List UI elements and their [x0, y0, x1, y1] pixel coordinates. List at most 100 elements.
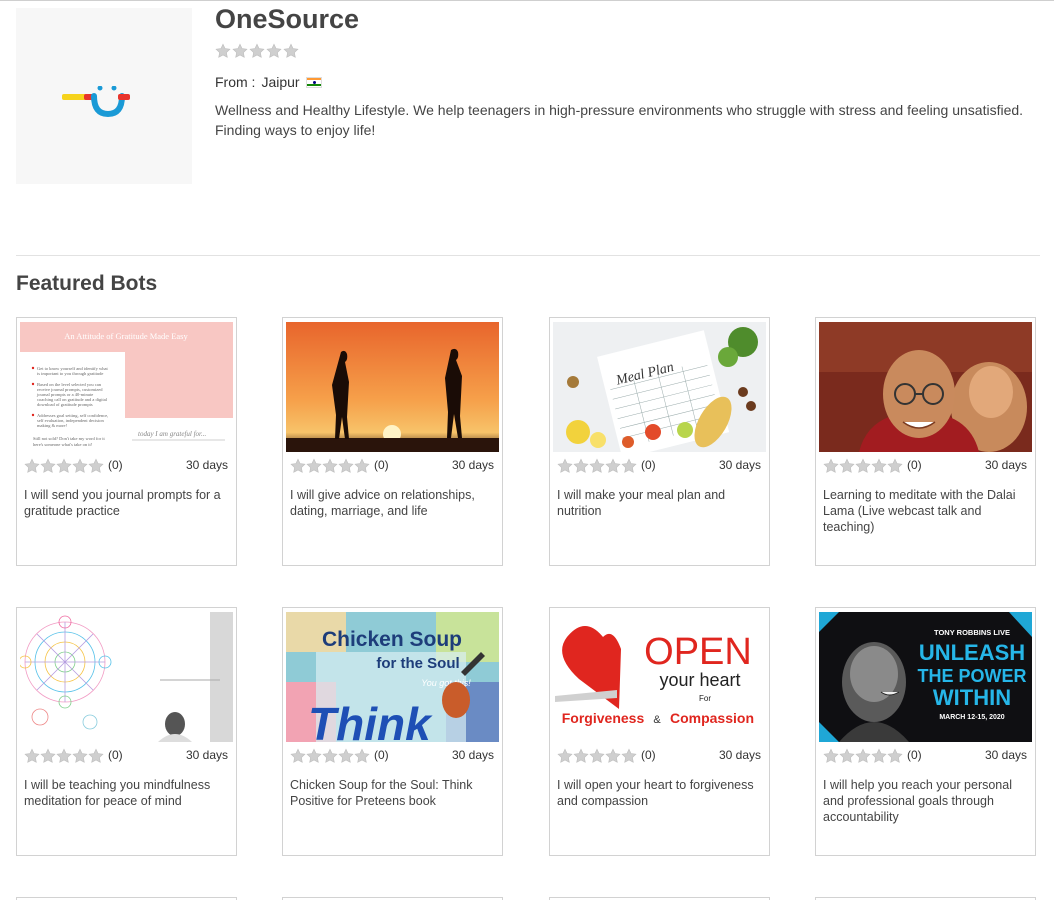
star-icon: [56, 748, 72, 763]
card-thumbnail[interactable]: Meal Plan: [553, 322, 766, 452]
star-icon: [823, 748, 839, 763]
star-icon: [573, 458, 589, 473]
star-icon: [215, 43, 231, 58]
star-icon: [557, 748, 573, 763]
star-icon: [24, 458, 40, 473]
card-thumbnail[interactable]: An Attitude of Gratitude Made Easy Get t…: [20, 322, 233, 452]
card-rating: [24, 458, 104, 474]
star-icon: [290, 748, 306, 763]
card-title[interactable]: I will help you reach your personal and …: [823, 777, 1031, 825]
star-icon: [354, 748, 370, 763]
card-thumbnail[interactable]: OPEN your heart For Forgiveness & Compas…: [553, 612, 766, 742]
star-icon: [621, 458, 637, 473]
bot-card[interactable]: Chicken Soup for the Soul You got this! …: [282, 607, 503, 856]
star-icon: [557, 458, 573, 473]
card-thumbnail[interactable]: TONY ROBBINS LIVE UNLEASH THE POWER WITH…: [819, 612, 1032, 742]
duration: 30 days: [984, 748, 1027, 762]
card-rating: [557, 748, 637, 764]
thumb-event-date: MARCH 12-15, 2020: [939, 714, 1004, 721]
thumb-compassion: Compassion: [670, 710, 754, 726]
card-title[interactable]: I will make your meal plan and nutrition: [557, 487, 765, 519]
duration: 30 days: [185, 458, 228, 472]
duration: 30 days: [718, 458, 761, 472]
thumb-ampersand: &: [653, 714, 661, 726]
star-icon: [887, 458, 903, 473]
card-rating: [823, 748, 903, 764]
star-icon: [605, 458, 621, 473]
profile-name: OneSource: [215, 4, 360, 34]
star-icon: [72, 748, 88, 763]
card-title[interactable]: Learning to meditate with the Dalai Lama…: [823, 487, 1031, 535]
card-title[interactable]: I will give advice on relationships, dat…: [290, 487, 498, 519]
rating-count: (0): [641, 458, 656, 472]
card-thumbnail[interactable]: [286, 322, 499, 452]
svg-text:Still not sold? Don't take my: Still not sold? Don't take my word for i…: [33, 436, 106, 441]
bot-card[interactable]: TONY ROBBINS LIVE UNLEASH THE POWER WITH…: [815, 607, 1036, 856]
bot-card[interactable]: (0) 30 days I will give advice on relati…: [282, 317, 503, 566]
star-icon: [605, 748, 621, 763]
bot-card[interactable]: (0) 30 days Learning to meditate with th…: [815, 317, 1036, 566]
star-icon: [338, 458, 354, 473]
star-icon: [871, 748, 887, 763]
thumb-headline-3: WITHIN: [933, 685, 1011, 710]
profile-logo: [16, 8, 192, 184]
card-thumbnail[interactable]: [20, 612, 233, 742]
bot-card[interactable]: (0) 30 days I will be teaching you mindf…: [16, 607, 237, 856]
star-icon: [573, 748, 589, 763]
profile-location: From : Jaipur: [215, 74, 322, 90]
star-icon: [855, 748, 871, 763]
thumb-headline-2: THE POWER: [917, 666, 1026, 686]
star-icon: [887, 748, 903, 763]
card-rating: [24, 748, 104, 764]
section-title: Featured Bots: [16, 272, 158, 295]
star-icon: [354, 458, 370, 473]
star-icon: [338, 748, 354, 763]
rating-count: (0): [641, 748, 656, 762]
card-title[interactable]: I will be teaching you mindfulness medit…: [24, 777, 232, 809]
thumb-title-line2: for the Soul: [376, 655, 459, 672]
india-flag-icon: [305, 76, 322, 88]
star-icon: [871, 458, 887, 473]
star-icon: [40, 748, 56, 763]
star-icon: [589, 458, 605, 473]
star-icon: [232, 43, 248, 58]
profile-rating: [215, 43, 299, 59]
svg-text:is important to you through gr: is important to you through gratitude: [37, 371, 103, 376]
smiley-logo-icon: [62, 86, 130, 118]
star-icon: [266, 43, 282, 58]
star-icon: [839, 458, 855, 473]
star-icon: [290, 458, 306, 473]
star-icon: [823, 458, 839, 473]
star-icon: [306, 458, 322, 473]
star-icon: [249, 43, 265, 58]
card-thumbnail[interactable]: [819, 322, 1032, 452]
city-name: Jaipur: [261, 74, 300, 90]
star-icon: [589, 748, 605, 763]
star-icon: [322, 748, 338, 763]
bot-card[interactable]: Meal Plan (0) 30 days I will make your m…: [549, 317, 770, 566]
card-thumbnail[interactable]: Chicken Soup for the Soul You got this! …: [286, 612, 499, 742]
card-title[interactable]: I will send you journal prompts for a gr…: [24, 487, 232, 519]
star-icon: [306, 748, 322, 763]
star-icon: [40, 458, 56, 473]
card-title[interactable]: Chicken Soup for the Soul: Think Positiv…: [290, 777, 498, 809]
star-icon: [88, 458, 104, 473]
thumb-your-heart: your heart: [659, 670, 740, 690]
rating-count: (0): [907, 458, 922, 472]
thumb-forgiveness: Forgiveness: [562, 710, 645, 726]
rating-count: (0): [374, 458, 389, 472]
top-border: [0, 0, 1054, 1]
svg-text:today I am grateful for...: today I am grateful for...: [138, 430, 206, 438]
thumb-title-line1: Chicken Soup: [322, 628, 462, 651]
thumb-for: For: [699, 694, 711, 703]
bot-card[interactable]: OPEN your heart For Forgiveness & Compas…: [549, 607, 770, 856]
star-icon: [88, 748, 104, 763]
card-title[interactable]: I will open your heart to forgiveness an…: [557, 777, 765, 809]
thumb-event-name: TONY ROBBINS LIVE: [934, 628, 1010, 637]
star-icon: [322, 458, 338, 473]
star-icon: [24, 748, 40, 763]
duration: 30 days: [984, 458, 1027, 472]
bot-card[interactable]: An Attitude of Gratitude Made Easy Get t…: [16, 317, 237, 566]
thumb-heading: An Attitude of Gratitude Made Easy: [64, 331, 188, 341]
profile-description: Wellness and Healthy Lifestyle. We help …: [215, 102, 1024, 138]
